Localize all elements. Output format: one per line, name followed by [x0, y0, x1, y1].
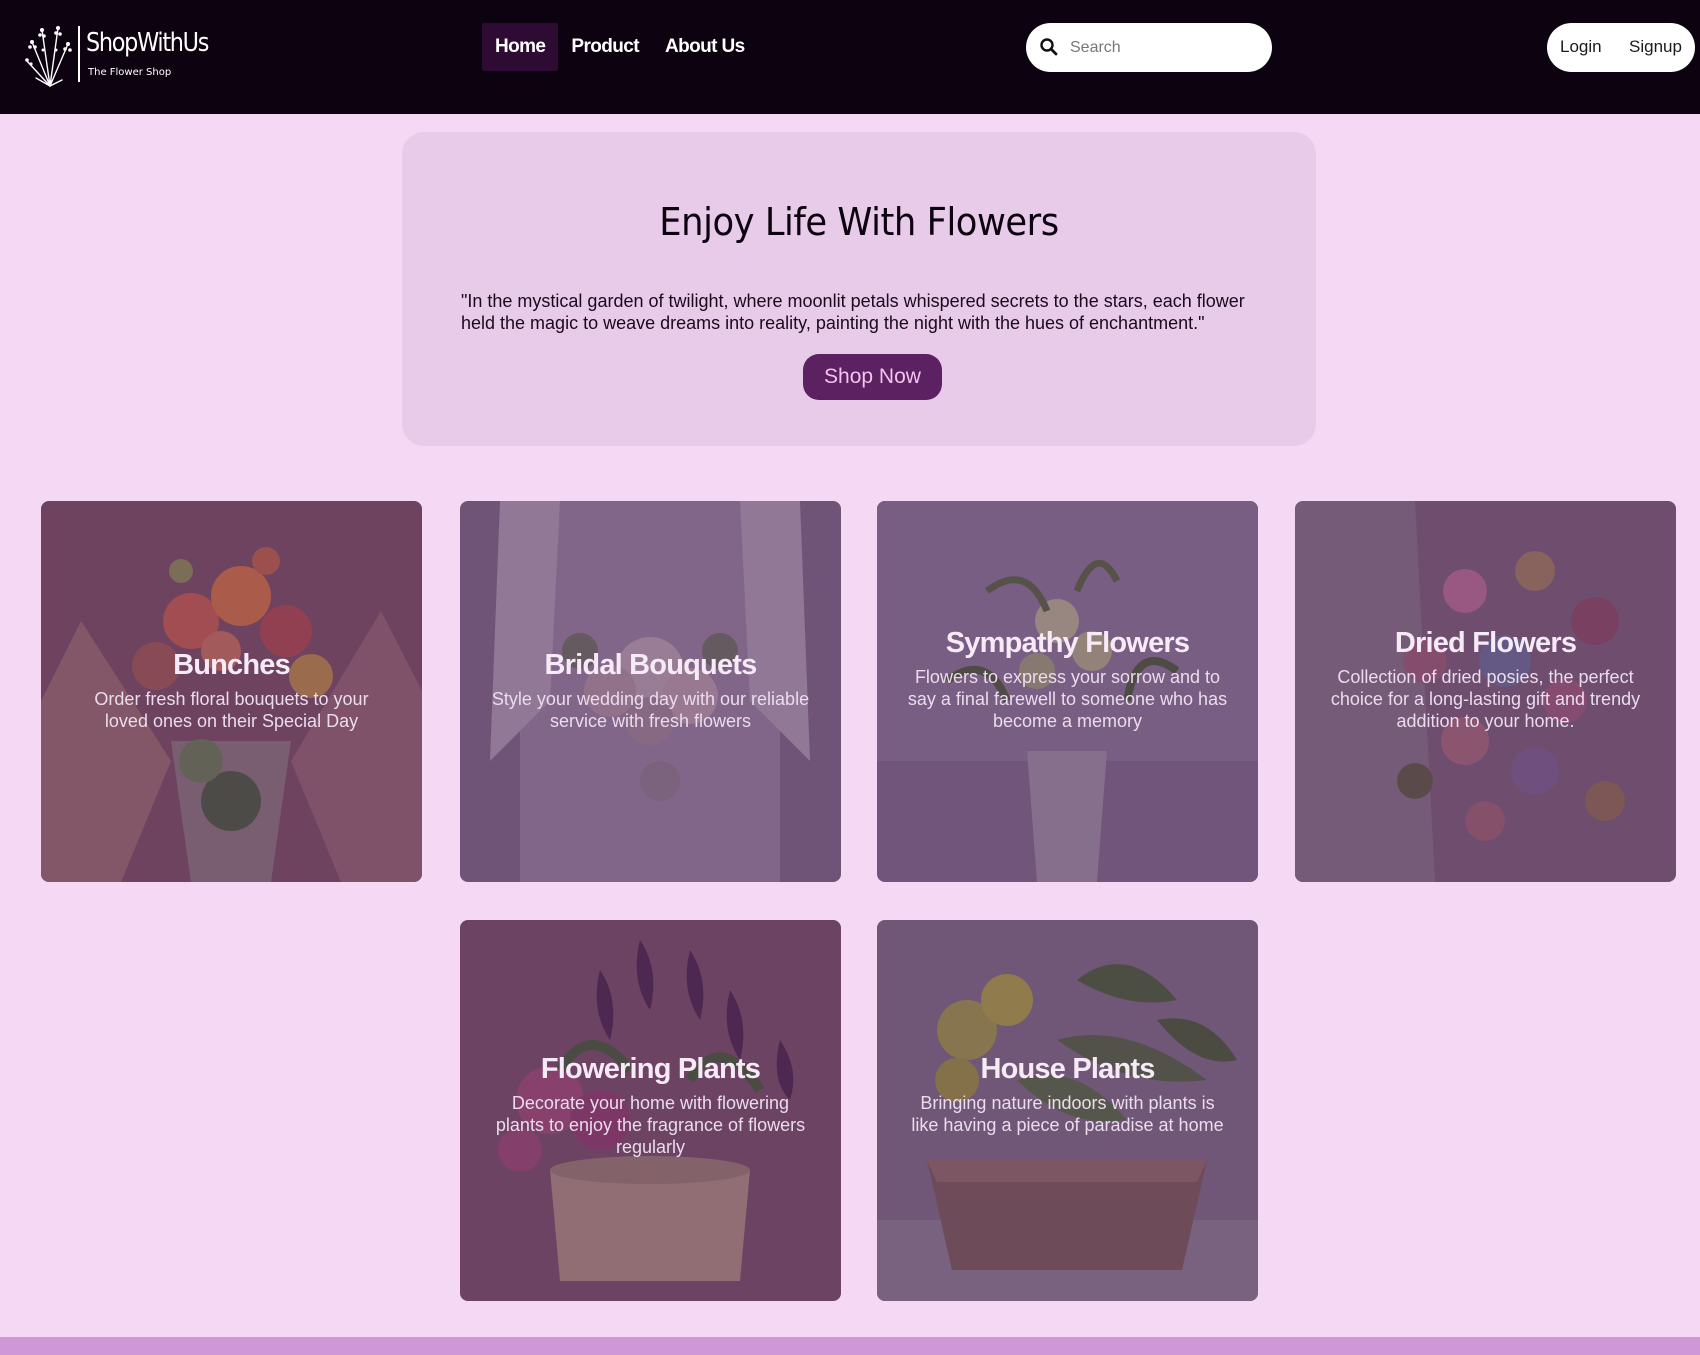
- category-card-flowering-plants[interactable]: Flowering Plants Decorate your home with…: [460, 920, 841, 1301]
- card-text: Sympathy Flowers Flowers to express your…: [907, 624, 1228, 732]
- nav-home[interactable]: Home: [482, 23, 559, 71]
- brand-name: ShopWithUs: [86, 28, 209, 58]
- hero-banner: Enjoy Life With Flowers "In the mystical…: [402, 132, 1316, 446]
- search-input[interactable]: [1068, 31, 1262, 65]
- card-description: Style your wedding day with our reliable…: [491, 689, 810, 731]
- brand-tagline: The Flower Shop: [88, 67, 172, 78]
- nav-product[interactable]: Product: [558, 23, 652, 71]
- footer-bar: [0, 1337, 1700, 1355]
- category-card-bridal-bouquets[interactable]: Bridal Bouquets Style your wedding day w…: [460, 501, 841, 882]
- card-title: Dried Flowers: [1394, 627, 1577, 659]
- card-title: House Plants: [980, 1053, 1155, 1085]
- category-card-dried-flowers[interactable]: Dried Flowers Collection of dried posies…: [1295, 501, 1676, 882]
- card-description: Bringing nature indoors with plants is l…: [911, 1093, 1224, 1135]
- hero-quote: "In the mystical garden of twilight, whe…: [461, 291, 1245, 333]
- card-title: Flowering Plants: [540, 1053, 761, 1085]
- card-description: Collection of dried posies, the perfect …: [1330, 667, 1641, 731]
- hero-title: Enjoy Life With Flowers: [659, 200, 1059, 244]
- card-description: Decorate your home with flowering plants…: [495, 1093, 806, 1157]
- brand-divider: [78, 26, 80, 82]
- category-card-bunches[interactable]: Bunches Order fresh floral bouquets to y…: [41, 501, 422, 882]
- search-icon[interactable]: [1039, 37, 1059, 57]
- card-description: Flowers to express your sorrow and to sa…: [907, 667, 1228, 731]
- card-text: Dried Flowers Collection of dried posies…: [1325, 624, 1646, 732]
- auth-buttons: Login Signup: [1547, 23, 1695, 72]
- card-title: Sympathy Flowers: [945, 627, 1190, 659]
- top-navbar: ShopWithUs The Flower Shop Home Product …: [0, 0, 1700, 114]
- signup-button[interactable]: Signup: [1629, 37, 1682, 57]
- category-card-house-plants[interactable]: House Plants Bringing nature indoors wit…: [877, 920, 1258, 1301]
- card-text: House Plants Bringing nature indoors wit…: [907, 1050, 1228, 1136]
- main-nav: Home Product About Us: [482, 23, 758, 71]
- category-card-sympathy-flowers[interactable]: Sympathy Flowers Flowers to express your…: [877, 501, 1258, 882]
- shop-now-button[interactable]: Shop Now: [803, 354, 942, 400]
- card-title: Bunches: [173, 649, 291, 681]
- card-text: Bridal Bouquets Style your wedding day w…: [490, 646, 811, 732]
- card-text: Flowering Plants Decorate your home with…: [490, 1050, 811, 1158]
- card-title: Bridal Bouquets: [544, 649, 758, 681]
- card-description: Order fresh floral bouquets to your love…: [94, 689, 369, 731]
- nav-about-us[interactable]: About Us: [652, 23, 758, 71]
- search-box: [1026, 23, 1272, 72]
- lavender-sprig-icon: [25, 26, 72, 87]
- login-button[interactable]: Login: [1560, 37, 1602, 57]
- card-text: Bunches Order fresh floral bouquets to y…: [71, 646, 392, 732]
- brand-logo[interactable]: ShopWithUs The Flower Shop: [22, 20, 222, 90]
